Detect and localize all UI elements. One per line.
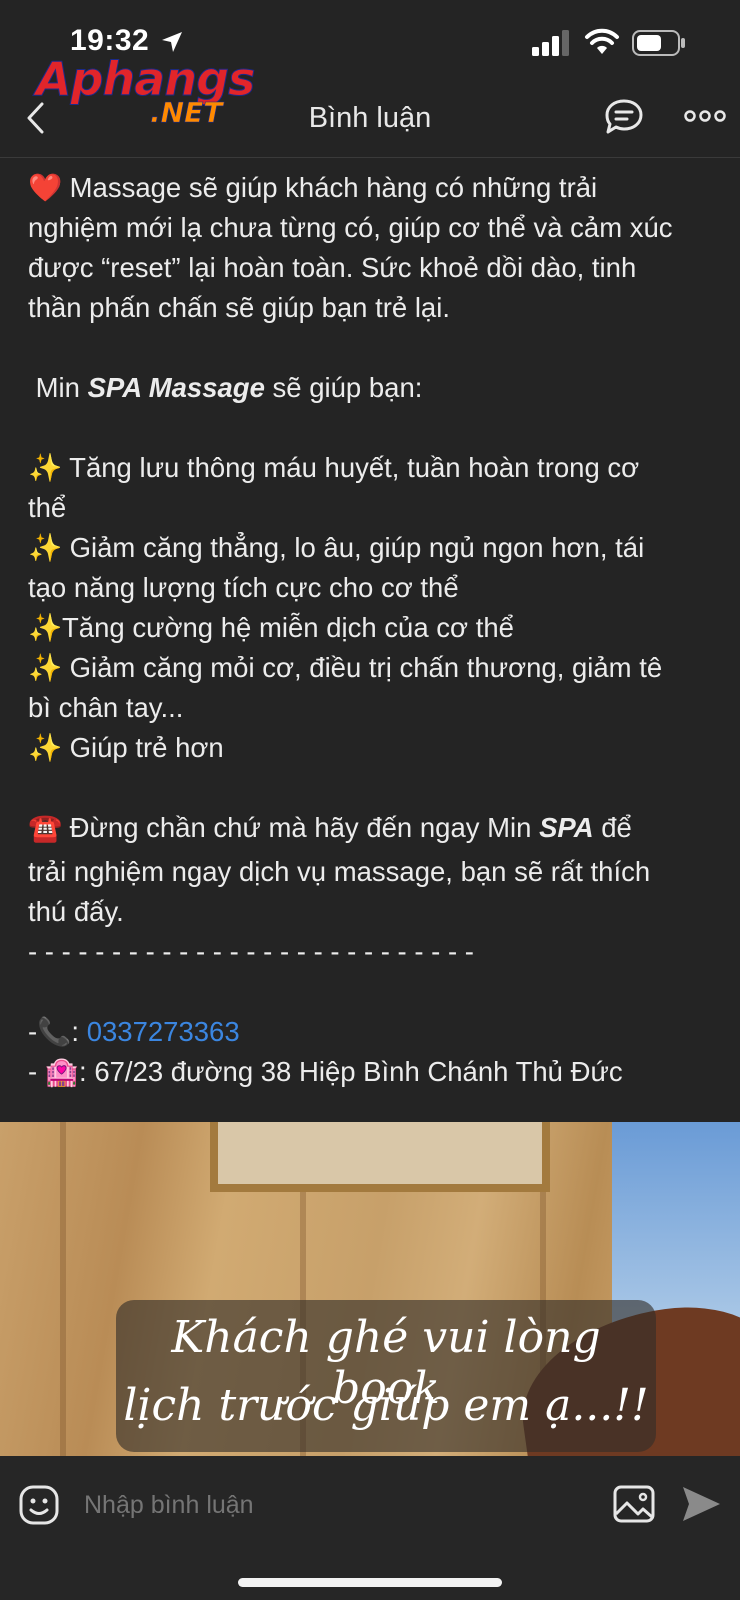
divider-line: - - - - - - - - - - - - - - - - - - - - …: [28, 936, 474, 967]
watermark-logo: Aphangs .NET: [35, 52, 260, 136]
benefit-line: ✨Tăng cường hệ miễn dịch của cơ thể: [28, 608, 718, 648]
sparkles-icon: ✨: [28, 652, 63, 683]
benefit-line: ✨ Giúp trẻ hơn: [28, 728, 718, 768]
post-content: ❤️ Massage sẽ giúp khách hàng có những t…: [28, 168, 718, 1092]
cta-line: ☎️ Đừng chần chứ mà hãy đến ngay Min SPA…: [28, 808, 718, 852]
post-line: ❤️ Massage sẽ giúp khách hàng có những t…: [28, 168, 718, 208]
home-indicator: [238, 1578, 502, 1587]
emoji-icon[interactable]: [18, 1484, 60, 1526]
sparkles-icon: ✨: [28, 532, 63, 563]
benefit-line: tạo năng lượng tích cực cho cơ thể: [28, 572, 459, 603]
comment-bubble-icon[interactable]: [604, 98, 644, 136]
comment-input[interactable]: [84, 1484, 564, 1526]
send-icon[interactable]: [680, 1484, 722, 1524]
comment-composer: [0, 1456, 740, 1600]
cellular-signal-icon: [532, 30, 569, 56]
post-image[interactable]: Khách ghé vui lòng book lịch trước giúp …: [0, 1122, 740, 1456]
telephone-icon: ☎️: [28, 812, 63, 843]
sparkles-icon: ✨: [28, 452, 63, 483]
post-intro: Min SPA Massage sẽ giúp bạn:: [35, 372, 423, 403]
wall-frame: [210, 1122, 550, 1192]
sparkles-icon: ✨: [28, 612, 63, 643]
battery-icon: [632, 30, 685, 56]
benefit-line: ✨ Giảm căng mỏi cơ, điều trị chấn thương…: [28, 648, 718, 688]
benefit-line: bì chân tay...: [28, 692, 184, 723]
more-dots-icon[interactable]: [684, 108, 726, 124]
wifi-icon: [585, 28, 619, 54]
cta-line: thú đấy.: [28, 896, 124, 927]
heart-icon: ❤️: [28, 172, 63, 203]
phone-line: -📞: 0337273363: [28, 1016, 240, 1047]
image-icon[interactable]: [612, 1484, 656, 1524]
post-line: được “reset” lại hoàn toàn. Sức khoẻ dồi…: [28, 252, 637, 283]
post-line: thần phấn chấn sẽ giúp bạn trẻ lại.: [28, 292, 450, 323]
logo-bottom-text: .NET: [150, 96, 223, 130]
benefit-line: thể: [28, 492, 67, 523]
post-line: nghiệm mới lạ chưa từng có, giúp cơ thể …: [28, 212, 673, 243]
caption-line-2: lịch trước giúp em ạ...!!: [123, 1380, 649, 1431]
benefit-line: ✨ Giảm căng thẳng, lo âu, giúp ngủ ngon …: [28, 528, 718, 568]
image-caption: Khách ghé vui lòng book lịch trước giúp …: [116, 1300, 656, 1452]
location-arrow-icon: [162, 32, 182, 52]
benefit-line: ✨ Tăng lưu thông máu huyết, tuần hoàn tr…: [28, 448, 718, 488]
address-line: - 🏩: 67/23 đường 38 Hiệp Bình Chánh Thủ …: [28, 1056, 623, 1087]
sparkles-icon: ✨: [28, 732, 63, 763]
phone-link[interactable]: 0337273363: [87, 1016, 240, 1047]
cta-line: trải nghiệm ngay dịch vụ massage, bạn sẽ…: [28, 856, 651, 887]
